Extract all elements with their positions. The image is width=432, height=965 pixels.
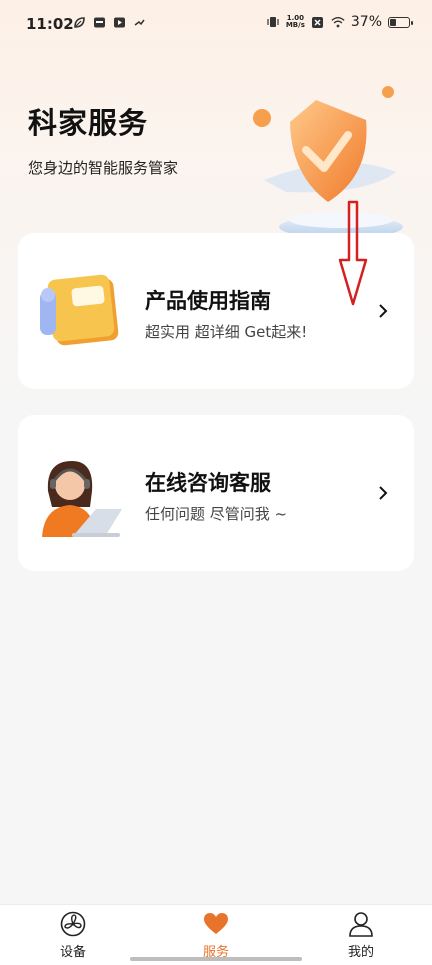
chevron-right-icon xyxy=(376,483,390,503)
status-left-icons xyxy=(72,15,146,29)
card-title: 在线咨询客服 xyxy=(145,471,271,495)
home-indicator xyxy=(130,957,302,961)
heart-icon xyxy=(203,911,229,937)
battery-icon xyxy=(388,16,413,28)
close-box-icon xyxy=(311,15,325,29)
battery-percent: 37% xyxy=(350,14,382,30)
tab-label: 我的 xyxy=(347,945,374,960)
support-agent-illustration xyxy=(34,451,124,541)
online-support-card[interactable]: 在线咨询客服 任何问题 尽管问我 ~ xyxy=(18,415,414,571)
tab-devices[interactable]: 设备 xyxy=(28,911,118,961)
net-speed: 1.00 MB/s xyxy=(286,15,305,29)
bottom-tab-bar: 设备 服务 我的 xyxy=(0,904,432,965)
user-icon xyxy=(348,911,374,937)
tab-mine[interactable]: 我的 xyxy=(316,911,406,961)
chevron-right-icon xyxy=(376,301,390,321)
page-subtitle: 您身边的智能服务管家 xyxy=(28,159,179,177)
annotation-arrow xyxy=(336,198,370,310)
page-title: 科家服务 xyxy=(28,106,149,140)
tab-service[interactable]: 服务 xyxy=(171,911,261,961)
leaf-icon xyxy=(72,15,86,29)
card-description: 任何问题 尽管问我 ~ xyxy=(145,505,288,523)
status-time: 11:02 xyxy=(26,15,74,33)
battery-fill xyxy=(390,18,397,26)
card-description: 超实用 超详细 Get起来! xyxy=(145,323,308,341)
tab-label: 设备 xyxy=(59,945,86,960)
status-right: 1.00 MB/s 37% xyxy=(266,14,413,30)
wifi-icon xyxy=(331,15,345,29)
status-bar: 11:02 1.00 MB/s 37% xyxy=(0,0,432,52)
calendar-box-icon xyxy=(92,15,106,29)
net-speed-unit: MB/s xyxy=(285,21,305,29)
fan-icon xyxy=(60,911,86,937)
guide-book-illustration xyxy=(34,269,124,359)
shield-check-illustration xyxy=(246,80,416,240)
card-title: 产品使用指南 xyxy=(145,289,271,313)
vibrate-icon xyxy=(266,15,280,29)
play-box-icon xyxy=(112,15,126,29)
signal-arrow-icon xyxy=(132,15,146,29)
